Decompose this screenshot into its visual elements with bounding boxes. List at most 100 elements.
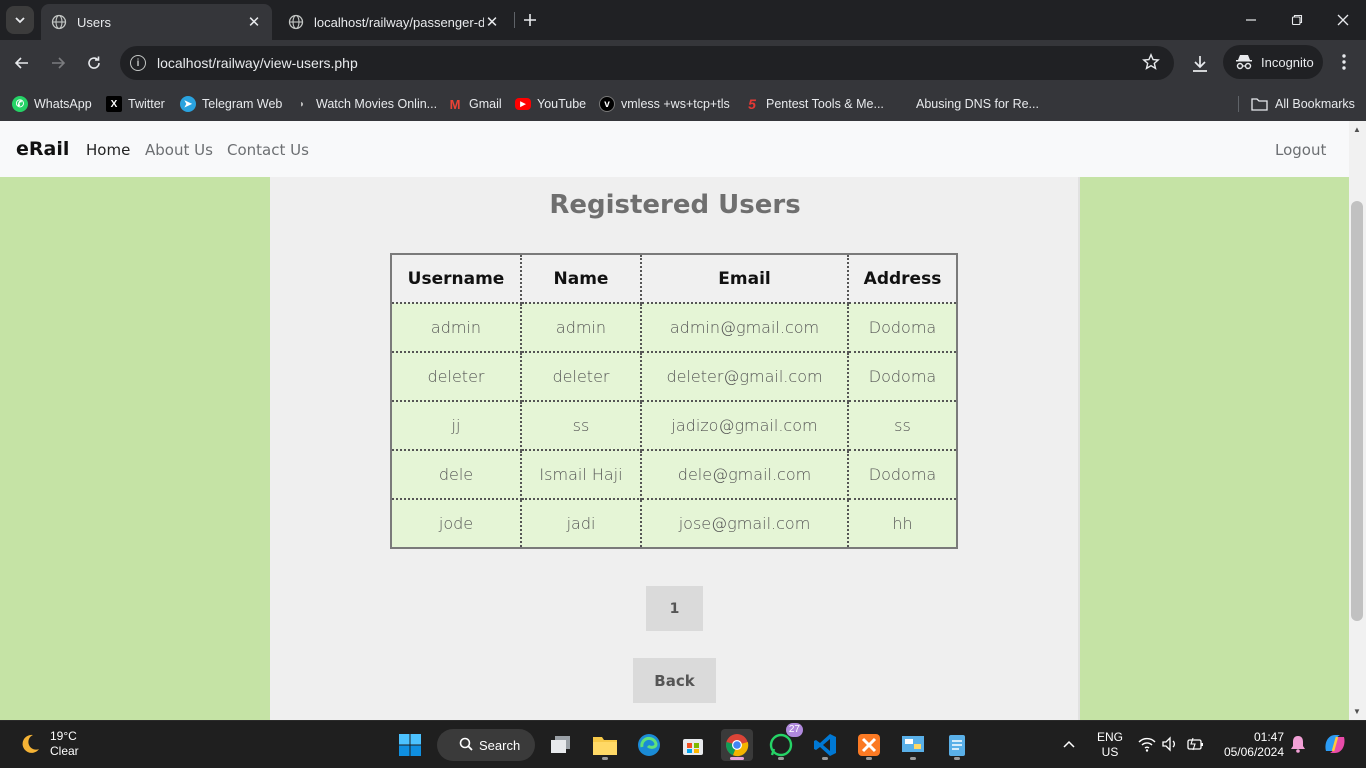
taskbar-search[interactable]: Search	[437, 729, 535, 761]
task-view-button[interactable]	[545, 729, 577, 761]
download-icon[interactable]	[1188, 52, 1212, 76]
cell-address: Dodoma	[847, 351, 958, 402]
store-button[interactable]	[677, 729, 709, 761]
incognito-indicator[interactable]: Incognito	[1223, 45, 1323, 79]
table-row: deleter deleter deleter@gmail.com Dodoma	[390, 351, 958, 402]
running-indicator	[730, 757, 744, 760]
table-row: admin admin admin@gmail.com Dodoma	[390, 302, 958, 353]
control-panel-icon	[902, 736, 924, 752]
bookmark-whatsapp[interactable]: ✆ WhatsApp	[12, 91, 92, 117]
users-table: Username Name Email Address admin admin …	[390, 253, 958, 549]
minimize-icon	[1246, 19, 1256, 21]
running-indicator	[910, 757, 916, 760]
scroll-up-icon[interactable]: ▲	[1353, 125, 1361, 134]
start-button[interactable]	[394, 729, 426, 761]
notification-bell-icon[interactable]	[1290, 735, 1306, 753]
running-indicator	[778, 757, 784, 760]
all-bookmarks-button[interactable]: All Bookmarks	[1251, 91, 1355, 117]
cell-username: jj	[390, 400, 522, 451]
plus-icon	[524, 14, 536, 26]
kebab-menu-icon	[1342, 54, 1346, 70]
site-brand[interactable]: eRail	[16, 138, 69, 160]
minimize-button[interactable]	[1228, 0, 1274, 40]
bookmark-movies[interactable]: ◗ Watch Movies Onlin...	[294, 91, 437, 117]
bookmark-label: Pentest Tools & Me...	[766, 97, 884, 111]
windows-taskbar: 19°C Clear Search 27 ENG US 01:47 05/06/…	[0, 720, 1366, 768]
control-panel-button[interactable]	[897, 729, 929, 761]
restore-button[interactable]	[1274, 0, 1320, 40]
cell-email: deleter@gmail.com	[640, 351, 849, 402]
tab-users[interactable]: Users ✕	[41, 4, 272, 40]
tab-search-button[interactable]	[6, 6, 34, 34]
bookmark-star-icon[interactable]	[1142, 53, 1160, 76]
bookmark-telegram[interactable]: ➤ Telegram Web	[180, 91, 282, 117]
address-bar[interactable]: i localhost/railway/view-users.php	[120, 46, 1174, 80]
forward-nav-button[interactable]	[44, 49, 72, 77]
bookmarks-bar: ✆ WhatsApp X Twitter ➤ Telegram Web ◗ Wa…	[0, 86, 1366, 121]
bookmark-gmail[interactable]: M Gmail	[447, 91, 502, 117]
globe-icon	[51, 14, 67, 30]
language-indicator[interactable]: ENG US	[1097, 730, 1123, 760]
weather-condition: Clear	[50, 744, 79, 758]
nav-logout-link[interactable]: Logout	[1275, 141, 1326, 159]
xampp-button[interactable]	[853, 729, 885, 761]
close-icon[interactable]: ✕	[484, 13, 500, 31]
battery-icon[interactable]	[1186, 735, 1204, 753]
wifi-icon[interactable]	[1138, 735, 1156, 753]
pagination-page-1[interactable]: 1	[646, 586, 703, 631]
weather-widget[interactable]: 19°C Clear	[18, 729, 79, 759]
reload-button[interactable]	[80, 49, 108, 77]
bookmark-label: Abusing DNS for Re...	[916, 97, 1039, 111]
volume-icon[interactable]	[1161, 735, 1179, 753]
bookmark-youtube[interactable]: ▶ YouTube	[515, 91, 586, 117]
cell-email: dele@gmail.com	[640, 449, 849, 500]
clock-date: 05/06/2024	[1223, 745, 1284, 759]
url-text[interactable]: localhost/railway/view-users.php	[157, 55, 358, 71]
cell-name: Ismail Haji	[520, 449, 642, 500]
nav-about-link[interactable]: About Us	[145, 141, 213, 159]
weather-temp: 19°C	[50, 729, 77, 743]
new-tab-button[interactable]	[518, 8, 542, 32]
cell-email: jose@gmail.com	[640, 498, 849, 549]
scroll-down-icon[interactable]: ▼	[1353, 707, 1361, 716]
bookmark-twitter[interactable]: X Twitter	[106, 91, 165, 117]
folder-icon	[1251, 98, 1268, 111]
close-icon[interactable]: ✕	[246, 13, 262, 31]
copilot-icon[interactable]	[1322, 731, 1348, 757]
page-scrollbar[interactable]: ▲ ▼	[1349, 121, 1366, 720]
scrollbar-thumb[interactable]	[1351, 201, 1363, 621]
browser-menu-button[interactable]	[1332, 50, 1356, 74]
chrome-icon	[726, 734, 749, 757]
bookmark-pentest[interactable]: 5 Pentest Tools & Me...	[744, 91, 884, 117]
column-header-email: Email	[640, 253, 849, 304]
notepad-button[interactable]	[941, 729, 973, 761]
whatsapp-taskbar-button[interactable]: 27	[765, 723, 803, 761]
chrome-button[interactable]	[721, 729, 753, 761]
vscode-button[interactable]	[809, 729, 841, 761]
clock-time: 01:47	[1253, 730, 1284, 744]
tray-overflow-chevron-icon[interactable]	[1063, 735, 1075, 751]
file-explorer-button[interactable]	[589, 729, 621, 761]
edge-button[interactable]	[633, 729, 665, 761]
nav-contact-link[interactable]: Contact Us	[227, 141, 309, 159]
cell-name: admin	[520, 302, 642, 353]
close-window-button[interactable]	[1320, 0, 1366, 40]
content-panel: Registered Users Username Name Email Add…	[270, 177, 1080, 720]
bookmark-label: Twitter	[128, 97, 165, 111]
bookmark-abusing-dns[interactable]: Abusing DNS for Re...	[916, 91, 1039, 117]
vscode-icon	[814, 734, 836, 756]
vmless-icon: v	[599, 96, 615, 112]
telegram-icon: ➤	[180, 96, 196, 112]
tab-passenger-details[interactable]: localhost/railway/passenger-de ✕	[278, 4, 510, 40]
folder-icon	[593, 737, 617, 755]
nav-home-link[interactable]: Home	[86, 141, 130, 159]
site-info-icon[interactable]: i	[130, 55, 146, 71]
bookmark-vmless[interactable]: v vmless +ws+tcp+tls	[599, 91, 730, 117]
system-clock[interactable]: 01:47 05/06/2024	[1216, 730, 1284, 760]
close-icon	[1337, 14, 1349, 26]
back-button[interactable]: Back	[633, 658, 716, 703]
search-label: Search	[479, 737, 521, 753]
notification-badge: 27	[785, 723, 803, 737]
cell-name: ss	[520, 400, 642, 451]
back-nav-button[interactable]	[8, 49, 36, 77]
